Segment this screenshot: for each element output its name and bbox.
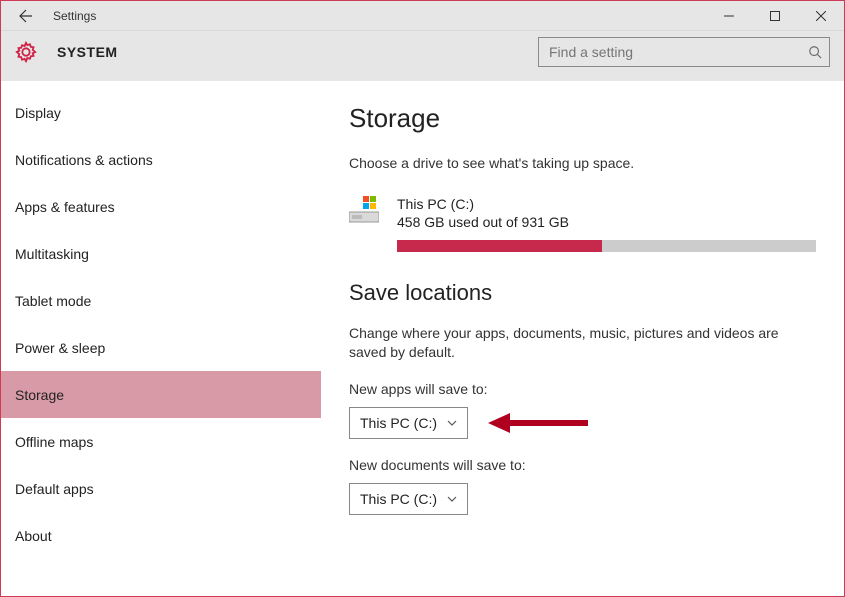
page-heading: Storage — [349, 103, 816, 134]
header: SYSTEM — [1, 31, 844, 81]
storage-lead: Choose a drive to see what's taking up s… — [349, 154, 816, 174]
content: Storage Choose a drive to see what's tak… — [321, 81, 844, 596]
minimize-icon — [724, 11, 734, 21]
sidebar-item-label: Tablet mode — [15, 293, 91, 309]
sidebar-item-label: About — [15, 528, 52, 544]
drive-icon — [349, 196, 379, 224]
usage-bar — [397, 240, 816, 252]
sidebar-item-label: Display — [15, 105, 61, 121]
sidebar-item-storage[interactable]: Storage — [1, 371, 321, 418]
sidebar: Display Notifications & actions Apps & f… — [1, 81, 321, 596]
chevron-down-icon — [447, 418, 457, 428]
settings-window: Settings SYSTEM Display Notific — [0, 0, 845, 597]
dropdown-value: This PC (C:) — [360, 491, 437, 507]
minimize-button[interactable] — [706, 1, 752, 31]
sidebar-item-offline-maps[interactable]: Offline maps — [1, 418, 321, 465]
chevron-down-icon — [447, 494, 457, 504]
drive-usage: 458 GB used out of 931 GB — [397, 214, 816, 230]
drive-row[interactable]: This PC (C:) 458 GB used out of 931 GB — [349, 196, 816, 252]
annotation-arrow-icon — [488, 408, 588, 438]
window-title: Settings — [53, 9, 96, 23]
save-locations-lead: Change where your apps, documents, music… — [349, 324, 816, 363]
dropdown-value: This PC (C:) — [360, 415, 437, 431]
close-button[interactable] — [798, 1, 844, 31]
save-docs-label: New documents will save to: — [349, 457, 816, 473]
system-label: SYSTEM — [57, 44, 118, 60]
sidebar-item-label: Storage — [15, 387, 64, 403]
sidebar-item-notifications[interactable]: Notifications & actions — [1, 136, 321, 183]
gear-icon — [15, 41, 37, 63]
drive-info: This PC (C:) 458 GB used out of 931 GB — [397, 196, 816, 252]
search-wrap — [538, 37, 830, 67]
sidebar-item-about[interactable]: About — [1, 512, 321, 559]
sidebar-item-default-apps[interactable]: Default apps — [1, 465, 321, 512]
arrow-left-icon — [16, 8, 32, 24]
usage-bar-fill — [397, 240, 602, 252]
back-button[interactable] — [1, 1, 47, 31]
search-input[interactable] — [538, 37, 830, 67]
maximize-icon — [770, 11, 780, 21]
drive-name: This PC (C:) — [397, 196, 816, 212]
titlebar: Settings — [1, 1, 844, 31]
close-icon — [816, 11, 826, 21]
save-docs-dropdown[interactable]: This PC (C:) — [349, 483, 468, 515]
body: Display Notifications & actions Apps & f… — [1, 81, 844, 596]
sidebar-item-label: Apps & features — [15, 199, 115, 215]
sidebar-item-apps-features[interactable]: Apps & features — [1, 183, 321, 230]
sidebar-item-label: Multitasking — [15, 246, 89, 262]
save-apps-label: New apps will save to: — [349, 381, 816, 397]
save-apps-dropdown[interactable]: This PC (C:) — [349, 407, 468, 439]
sidebar-item-label: Power & sleep — [15, 340, 105, 356]
sidebar-item-tablet-mode[interactable]: Tablet mode — [1, 277, 321, 324]
sidebar-item-label: Offline maps — [15, 434, 93, 450]
search-icon — [808, 45, 822, 59]
sidebar-item-multitasking[interactable]: Multitasking — [1, 230, 321, 277]
save-locations-heading: Save locations — [349, 280, 816, 306]
maximize-button[interactable] — [752, 1, 798, 31]
sidebar-item-power-sleep[interactable]: Power & sleep — [1, 324, 321, 371]
sidebar-item-label: Default apps — [15, 481, 94, 497]
sidebar-item-display[interactable]: Display — [1, 89, 321, 136]
sidebar-item-label: Notifications & actions — [15, 152, 153, 168]
